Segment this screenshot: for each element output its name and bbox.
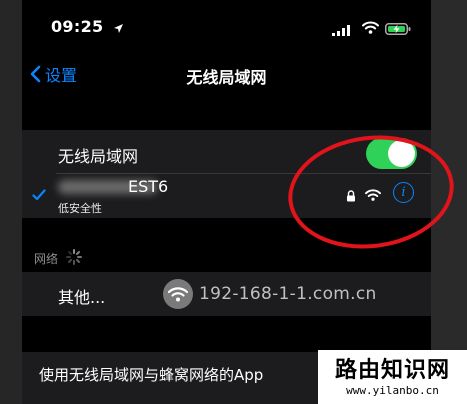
status-time: 09:25 xyxy=(51,17,104,36)
page-title: 无线局域网 xyxy=(186,68,267,87)
loading-spinner-icon xyxy=(65,248,83,270)
checkmark-icon xyxy=(32,186,46,205)
watermark-text: 192-168-1-1.com.cn xyxy=(199,284,377,304)
site-brand-box: 路由知识网 www.yilanbo.cn xyxy=(318,350,467,404)
cellular-signal-icon xyxy=(332,21,352,40)
navigation-bar: 设置 无线局域网 xyxy=(22,52,431,96)
security-warning: 低安全性 xyxy=(58,202,102,215)
brand-title: 路由知识网 xyxy=(334,358,450,383)
networks-section-header: 网络 xyxy=(34,252,59,266)
watermark: 192-168-1-1.com.cn xyxy=(163,279,377,309)
wifi-status-icon xyxy=(362,19,379,38)
location-arrow-icon xyxy=(113,19,124,38)
other-network-item[interactable]: 其他... xyxy=(58,284,105,308)
status-bar: 09:25 xyxy=(22,0,431,50)
battery-charging-icon xyxy=(385,20,411,39)
connected-network-name[interactable]: EST6 xyxy=(128,177,168,196)
device-frame-left xyxy=(0,0,22,404)
brand-url: www.yilanbo.cn xyxy=(346,384,439,397)
watermark-wifi-icon xyxy=(163,279,193,309)
wlan-toggle-label: 无线局域网 xyxy=(58,147,139,166)
apps-using-wlan-item[interactable]: 使用无线局域网与蜂窝网络的App xyxy=(39,364,263,385)
